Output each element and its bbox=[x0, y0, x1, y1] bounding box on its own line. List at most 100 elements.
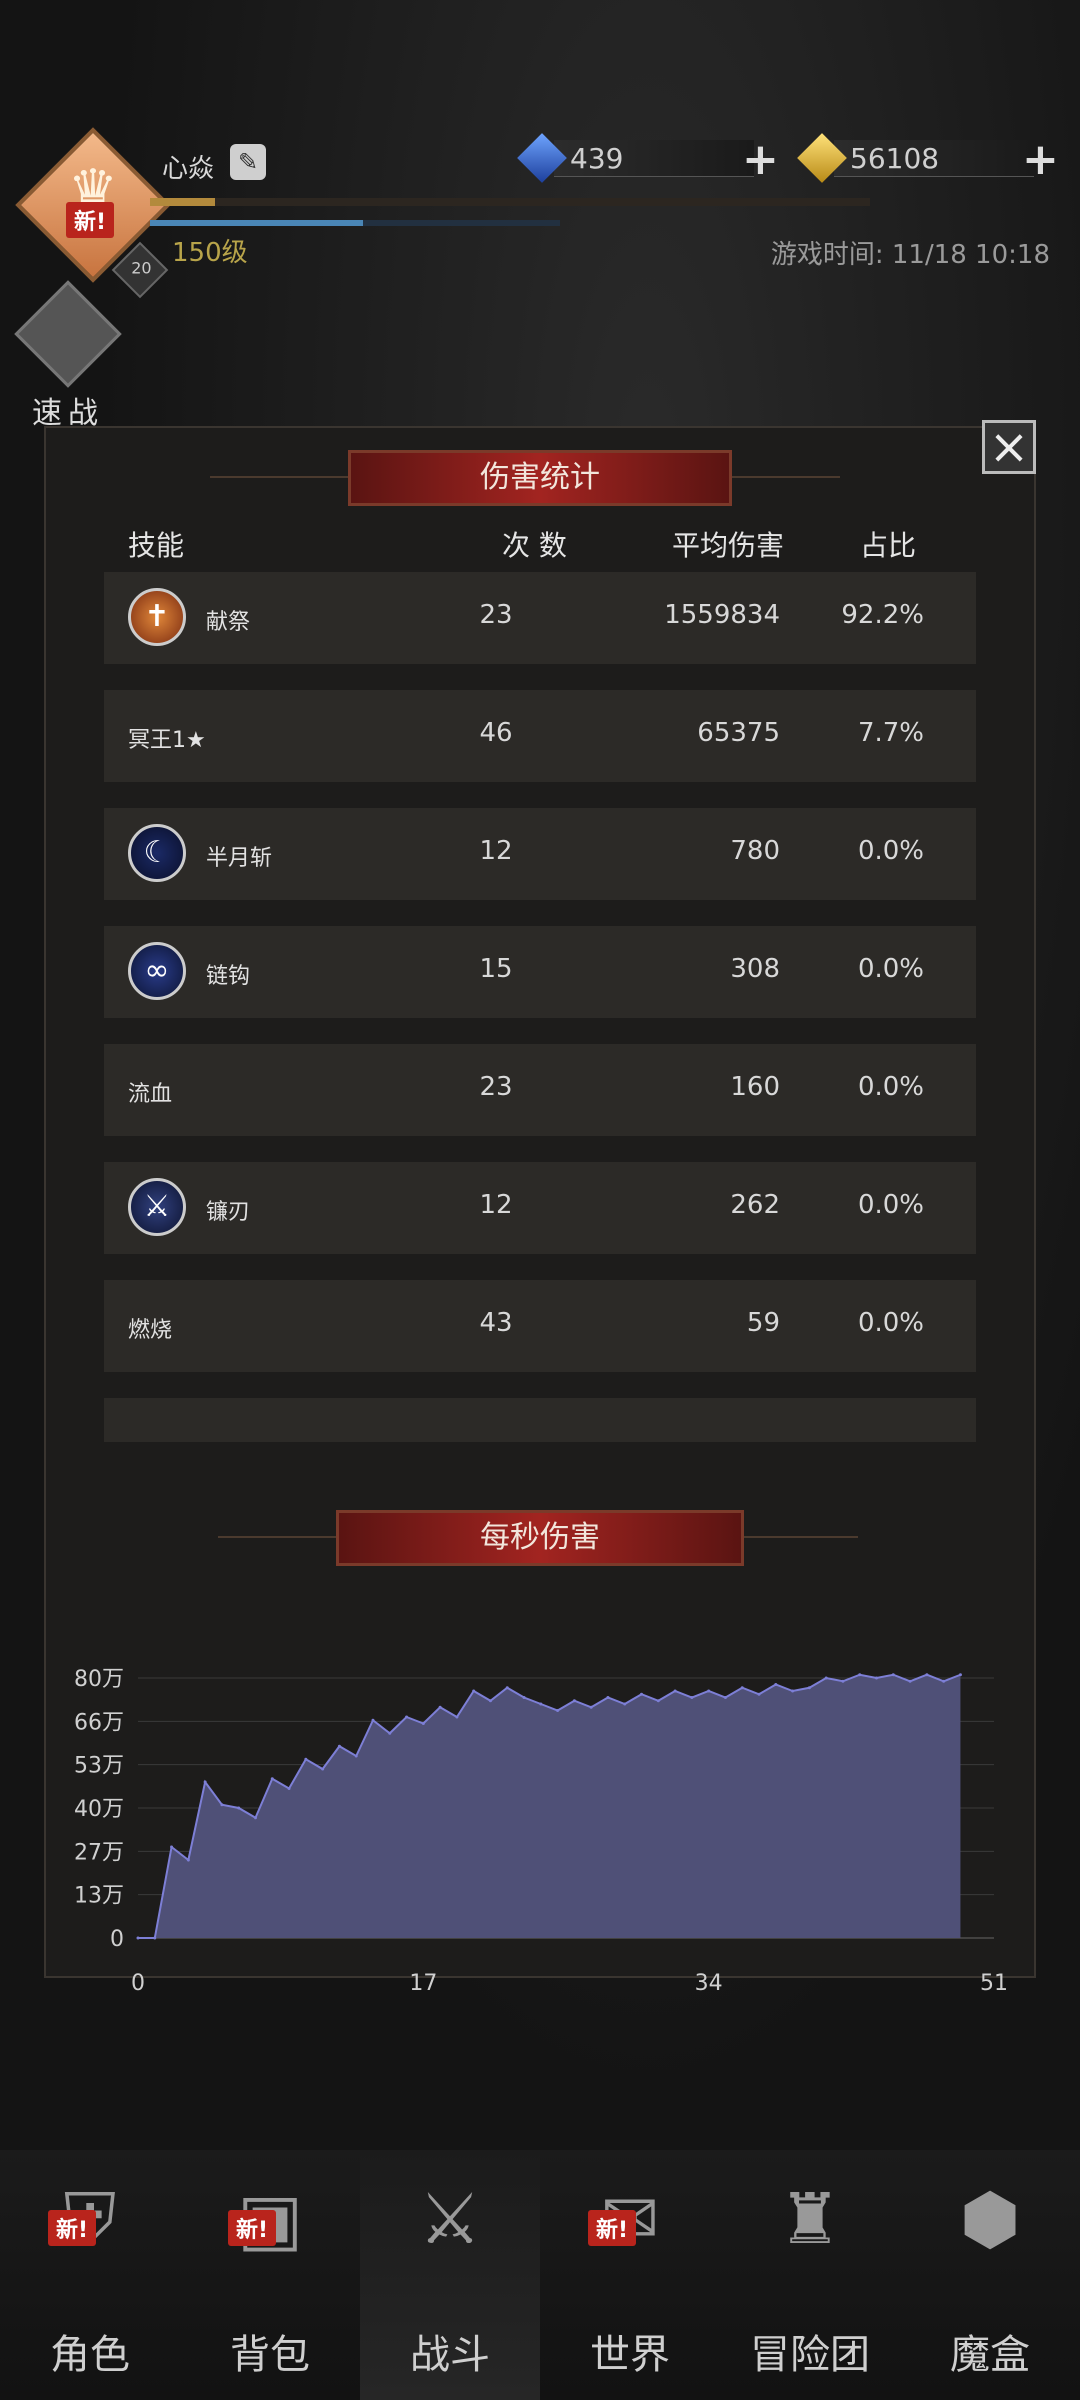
y-tick-label: 40万 bbox=[74, 1797, 124, 1822]
add-gold-button[interactable]: + bbox=[1022, 134, 1059, 185]
skill-name: 镰刃 bbox=[206, 1200, 251, 1225]
average-damage: 65375 bbox=[697, 718, 780, 748]
nav-tab[interactable]: ▣新!背包 bbox=[180, 2150, 360, 2400]
x-tick-label: 17 bbox=[409, 1971, 437, 1996]
avatar-new-badge: 新! bbox=[66, 202, 115, 238]
dps-point bbox=[623, 1702, 627, 1706]
sacrifice-icon: ✝ bbox=[128, 588, 186, 646]
table-row: ⚔ 镰刃 12 262 0.0% bbox=[104, 1162, 976, 1254]
player-name: 心焱 bbox=[162, 154, 215, 184]
chart-title: 每秒伤害 bbox=[336, 1510, 744, 1566]
quick-battle-button[interactable]: 速战 bbox=[14, 280, 122, 431]
dps-point bbox=[505, 1686, 509, 1690]
magic-box-icon: ⬢ bbox=[959, 2178, 1021, 2260]
hit-count: 43 bbox=[479, 1308, 513, 1338]
dps-point bbox=[572, 1699, 576, 1703]
exp-bar-fill bbox=[150, 198, 215, 206]
panel-title: 伤害统计 bbox=[348, 450, 732, 506]
hit-count: 12 bbox=[479, 1190, 513, 1220]
nav-tab[interactable]: ⛨新!角色 bbox=[0, 2150, 180, 2400]
nav-tab[interactable]: ⚔ 战斗 bbox=[360, 2150, 540, 2400]
dps-point bbox=[958, 1673, 962, 1677]
new-badge: 新! bbox=[588, 2210, 637, 2246]
new-badge: 新! bbox=[48, 2210, 97, 2246]
dps-point bbox=[438, 1705, 442, 1709]
dps-point bbox=[522, 1696, 526, 1699]
nav-tab[interactable]: ✉新!世界 bbox=[540, 2150, 720, 2400]
dps-point bbox=[220, 1803, 224, 1807]
table-row: 流血 23 160 0.0% bbox=[104, 1044, 976, 1136]
table-header: 技能 次 数 平均伤害 占比 bbox=[128, 524, 988, 564]
table-row bbox=[104, 1398, 976, 1442]
dps-point bbox=[170, 1845, 174, 1849]
average-damage: 780 bbox=[730, 836, 780, 866]
skill-name: 献祭 bbox=[206, 610, 251, 635]
game-time: 游戏时间: 11/18 10:18 bbox=[770, 240, 1050, 270]
y-tick-label: 80万 bbox=[74, 1667, 124, 1692]
table-row: ☾ 半月斩 12 780 0.0% bbox=[104, 808, 976, 900]
col-avg: 平均伤害 bbox=[672, 529, 785, 562]
crescent-moon-icon: ☾ bbox=[128, 824, 186, 882]
damage-table[interactable]: ✝ 献祭 23 1559834 92.2% 冥王1★ 46 65375 7.7% ☾ 半月斩 12 78… bbox=[104, 572, 976, 1442]
nav-tab[interactable]: ♜ 冒险团 bbox=[720, 2150, 900, 2400]
dps-point bbox=[908, 1679, 912, 1683]
dps-point bbox=[707, 1689, 711, 1693]
battle-shield-icon: ⚔ bbox=[418, 2178, 482, 2260]
damage-share: 0.0% bbox=[857, 836, 924, 866]
energy-bar-fill bbox=[150, 220, 364, 226]
col-share: 占比 bbox=[860, 529, 917, 562]
dps-point bbox=[673, 1689, 677, 1693]
nav-tab[interactable]: ⬢ 魔盒 bbox=[900, 2150, 1080, 2400]
close-button[interactable]: × bbox=[982, 420, 1036, 474]
edit-name-icon[interactable]: ✎ bbox=[230, 144, 266, 180]
table-row: 冥王1★ 46 65375 7.7% bbox=[104, 690, 976, 782]
dps-point bbox=[304, 1757, 308, 1761]
dps-point bbox=[606, 1696, 610, 1699]
dps-point bbox=[321, 1767, 325, 1771]
dps-point bbox=[455, 1715, 459, 1719]
dps-point bbox=[824, 1676, 828, 1680]
dps-point bbox=[388, 1731, 392, 1735]
exp-bar bbox=[150, 198, 870, 206]
player-level: 150级 bbox=[172, 238, 248, 268]
dps-point bbox=[237, 1806, 241, 1810]
average-damage: 160 bbox=[730, 1072, 780, 1102]
y-tick-label: 13万 bbox=[74, 1884, 124, 1909]
dps-point bbox=[556, 1709, 560, 1712]
skill-name: 燃烧 bbox=[128, 1318, 173, 1343]
dps-point bbox=[405, 1715, 409, 1719]
dps-point bbox=[354, 1754, 358, 1758]
dps-point bbox=[858, 1673, 862, 1677]
new-badge: 新! bbox=[228, 2210, 277, 2246]
adventure-castle-icon: ♜ bbox=[778, 2178, 842, 2260]
dps-point bbox=[807, 1686, 811, 1690]
nav-label: 魔盒 bbox=[950, 2332, 1030, 2378]
add-gems-button[interactable]: + bbox=[742, 134, 779, 185]
dps-point bbox=[287, 1787, 291, 1790]
dps-point bbox=[690, 1696, 694, 1699]
nav-label: 冒险团 bbox=[750, 2332, 870, 2378]
hit-count: 12 bbox=[479, 836, 513, 866]
dps-point bbox=[875, 1676, 879, 1680]
dps-point bbox=[421, 1722, 425, 1725]
dps-point bbox=[153, 1936, 157, 1940]
dps-point bbox=[270, 1777, 274, 1781]
hit-count: 23 bbox=[479, 1072, 513, 1102]
dps-point bbox=[488, 1699, 492, 1703]
average-damage: 1559834 bbox=[664, 600, 780, 630]
y-tick-label: 53万 bbox=[74, 1754, 124, 1779]
hit-count: 15 bbox=[479, 954, 513, 984]
dps-point bbox=[774, 1683, 778, 1686]
dps-point bbox=[925, 1673, 929, 1677]
skill-name: 冥王1★ bbox=[128, 728, 206, 753]
skill-name: 半月斩 bbox=[206, 846, 273, 871]
energy-bar bbox=[150, 220, 560, 226]
table-row: ∞ 链钩 15 308 0.0% bbox=[104, 926, 976, 1018]
col-count: 次 数 bbox=[502, 529, 567, 562]
nav-label: 背包 bbox=[230, 2332, 310, 2378]
dps-point bbox=[740, 1686, 744, 1690]
hit-count: 46 bbox=[479, 718, 513, 748]
damage-share: 0.0% bbox=[857, 1308, 924, 1338]
dps-point bbox=[186, 1858, 190, 1862]
col-skill: 技能 bbox=[128, 529, 185, 562]
